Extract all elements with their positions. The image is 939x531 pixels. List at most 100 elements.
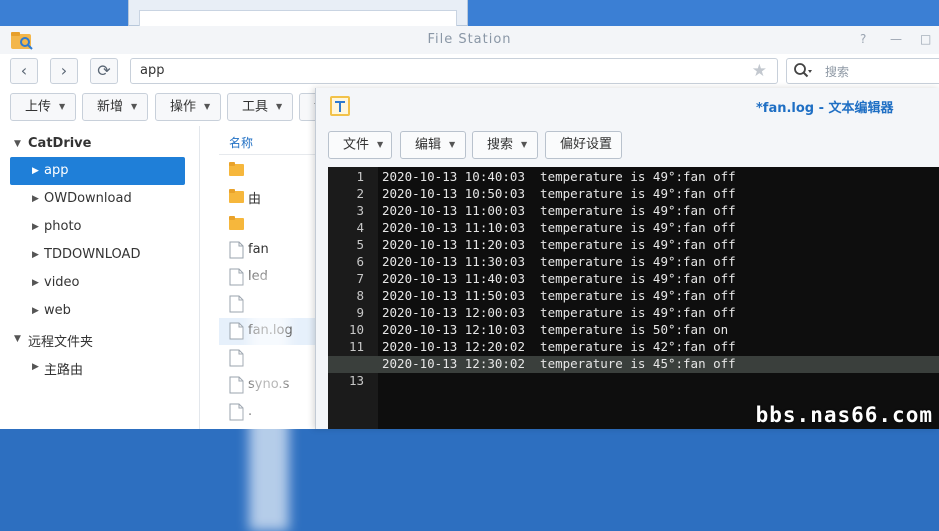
tree-item-label: TDDOWNLOAD <box>44 247 141 262</box>
minimize-button[interactable]: — <box>890 32 902 46</box>
search-placeholder: 搜索 <box>825 65 850 79</box>
tree-item-label: 主路由 <box>44 363 84 378</box>
line-number: 4 <box>356 220 364 235</box>
chevron-down-icon: ▼ <box>449 140 456 149</box>
search-icon <box>794 63 812 78</box>
collapse-icon[interactable]: ▶ <box>32 166 39 176</box>
file-station-titlebar[interactable]: File Station ? — □ <box>0 26 939 55</box>
code-line[interactable]: 2020-10-13 10:40:03 temperature is 49°:f… <box>382 169 736 184</box>
preferences-label: 偏好设置 <box>560 137 613 152</box>
tools-button[interactable]: 工具 ▼ <box>227 93 293 121</box>
upload-button[interactable]: 上传 ▼ <box>10 93 76 121</box>
code-line[interactable]: 2020-10-13 12:10:03 temperature is 50°:f… <box>382 322 728 337</box>
file-menu-button[interactable]: 文件 ▼ <box>328 131 392 159</box>
edit-menu-label: 编辑 <box>415 137 442 153</box>
file-icon <box>229 376 244 394</box>
file-name: 由 <box>248 192 262 207</box>
tree-item-label: photo <box>44 219 82 234</box>
tree-item-tddownload[interactable]: ▶ TDDOWNLOAD <box>0 241 200 269</box>
tree-item-photo[interactable]: ▶ photo <box>0 213 200 241</box>
code-editor[interactable]: 12345678910111213 2020-10-13 10:40:03 te… <box>328 167 939 429</box>
line-number: 13 <box>348 373 364 388</box>
expand-icon[interactable]: ▼ <box>14 334 21 344</box>
code-line[interactable]: 2020-10-13 11:10:03 temperature is 49°:f… <box>382 220 736 235</box>
back-button[interactable]: ‹ <box>10 58 38 84</box>
search-menu-button[interactable]: 搜索 ▼ <box>472 131 538 159</box>
chevron-down-icon: ▼ <box>131 102 138 111</box>
code-line[interactable]: 2020-10-13 10:50:03 temperature is 49°:f… <box>382 186 736 201</box>
code-line[interactable]: 2020-10-13 11:00:03 temperature is 49°:f… <box>382 203 736 218</box>
navigation-bar: ‹ › ⟳ app ★ 搜索 <box>0 54 939 90</box>
background-window[interactable] <box>128 0 468 28</box>
code-line[interactable]: 2020-10-13 12:20:02 temperature is 42°:f… <box>382 339 736 354</box>
collapse-icon[interactable]: ▶ <box>32 362 39 372</box>
collapse-icon[interactable]: ▶ <box>32 278 39 288</box>
forward-button[interactable]: › <box>50 58 78 84</box>
edit-menu-button[interactable]: 编辑 ▼ <box>400 131 466 159</box>
file-icon <box>229 295 244 313</box>
search-menu-label: 搜索 <box>487 137 514 153</box>
tree-root-label: CatDrive <box>28 136 92 151</box>
tree-item-owdownload[interactable]: ▶ OWDownload <box>0 185 200 213</box>
preferences-button[interactable]: 偏好设置 <box>545 131 622 159</box>
line-number: 11 <box>348 339 364 354</box>
maximize-button[interactable]: □ <box>920 32 931 46</box>
tree-item-app[interactable]: ▶ app <box>10 157 185 185</box>
tree-item-main-router[interactable]: ▶ 主路由 <box>0 353 200 381</box>
code-line[interactable]: 2020-10-13 11:40:03 temperature is 49°:f… <box>382 271 736 286</box>
privacy-blur <box>249 271 289 531</box>
file-icon <box>229 241 244 259</box>
line-number: 6 <box>356 254 364 269</box>
text-editor-window: *fan.log - 文本编辑器 文件 ▼ 编辑 ▼ 搜索 ▼ 偏好设置 1 2 3 4 5 6… <box>315 88 939 429</box>
chevron-down-icon: ▼ <box>59 102 66 111</box>
create-label: 新增 <box>97 99 124 115</box>
folder-tree: ▼ CatDrive ▶ app ▶ OWDownload ▶ photo ▶ … <box>0 126 200 429</box>
editor-toolbar: 文件 ▼ 编辑 ▼ 搜索 ▼ 偏好设置 <box>316 124 939 166</box>
collapse-icon[interactable]: ▶ <box>32 250 39 260</box>
tree-item-label: web <box>44 303 71 318</box>
folder-icon <box>229 162 244 176</box>
line-number: 10 <box>348 322 364 337</box>
collapse-icon[interactable]: ▶ <box>32 194 39 204</box>
collapse-icon[interactable]: ▶ <box>32 222 39 232</box>
expand-icon[interactable]: ▼ <box>14 139 21 149</box>
search-input[interactable]: 搜索 <box>786 58 939 84</box>
path-input[interactable]: app ★ <box>130 58 778 84</box>
chevron-down-icon: ▼ <box>521 140 528 149</box>
code-line[interactable]: 2020-10-13 11:30:03 temperature is 49°:f… <box>382 254 736 269</box>
tree-item-web[interactable]: ▶ web <box>0 297 200 325</box>
tree-root-catdrive[interactable]: ▼ CatDrive <box>0 130 200 158</box>
code-line[interactable]: 2020-10-13 11:20:03 temperature is 49°:f… <box>382 237 736 252</box>
file-station-title: File Station <box>427 32 512 47</box>
refresh-button[interactable]: ⟳ <box>90 58 118 84</box>
line-number: 9 <box>356 305 364 320</box>
action-button[interactable]: 操作 ▼ <box>155 93 221 121</box>
chevron-down-icon: ▼ <box>377 140 384 149</box>
file-icon <box>229 403 244 421</box>
tools-label: 工具 <box>242 99 269 115</box>
code-line[interactable]: 2020-10-13 11:50:03 temperature is 49°:f… <box>382 288 736 303</box>
code-line[interactable]: 2020-10-13 12:00:03 temperature is 49°:f… <box>382 305 736 320</box>
editor-title: *fan.log - 文本编辑器 <box>756 101 894 116</box>
line-number: 3 <box>356 203 364 218</box>
tree-root-remote[interactable]: ▼ 远程文件夹 <box>0 325 200 353</box>
folder-icon <box>229 189 244 203</box>
editor-titlebar[interactable]: *fan.log - 文本编辑器 <box>316 88 939 124</box>
collapse-icon[interactable]: ▶ <box>32 306 39 316</box>
line-number: 5 <box>356 237 364 252</box>
line-number: 8 <box>356 288 364 303</box>
line-number: 2 <box>356 186 364 201</box>
star-icon[interactable]: ★ <box>752 61 767 81</box>
path-text: app <box>140 63 165 78</box>
tree-item-label: app <box>44 163 69 178</box>
code-line[interactable]: 2020-10-13 12:30:02 temperature is 45°:f… <box>382 356 736 371</box>
help-button[interactable]: ? <box>860 32 866 46</box>
column-header-name[interactable]: 名称 <box>229 134 253 151</box>
create-button[interactable]: 新增 ▼ <box>82 93 148 121</box>
tree-item-label: video <box>44 275 80 290</box>
line-number: 1 <box>356 169 364 184</box>
file-icon <box>229 322 244 340</box>
action-label: 操作 <box>170 99 197 115</box>
tree-item-video[interactable]: ▶ video <box>0 269 200 297</box>
folder-icon <box>229 216 244 230</box>
